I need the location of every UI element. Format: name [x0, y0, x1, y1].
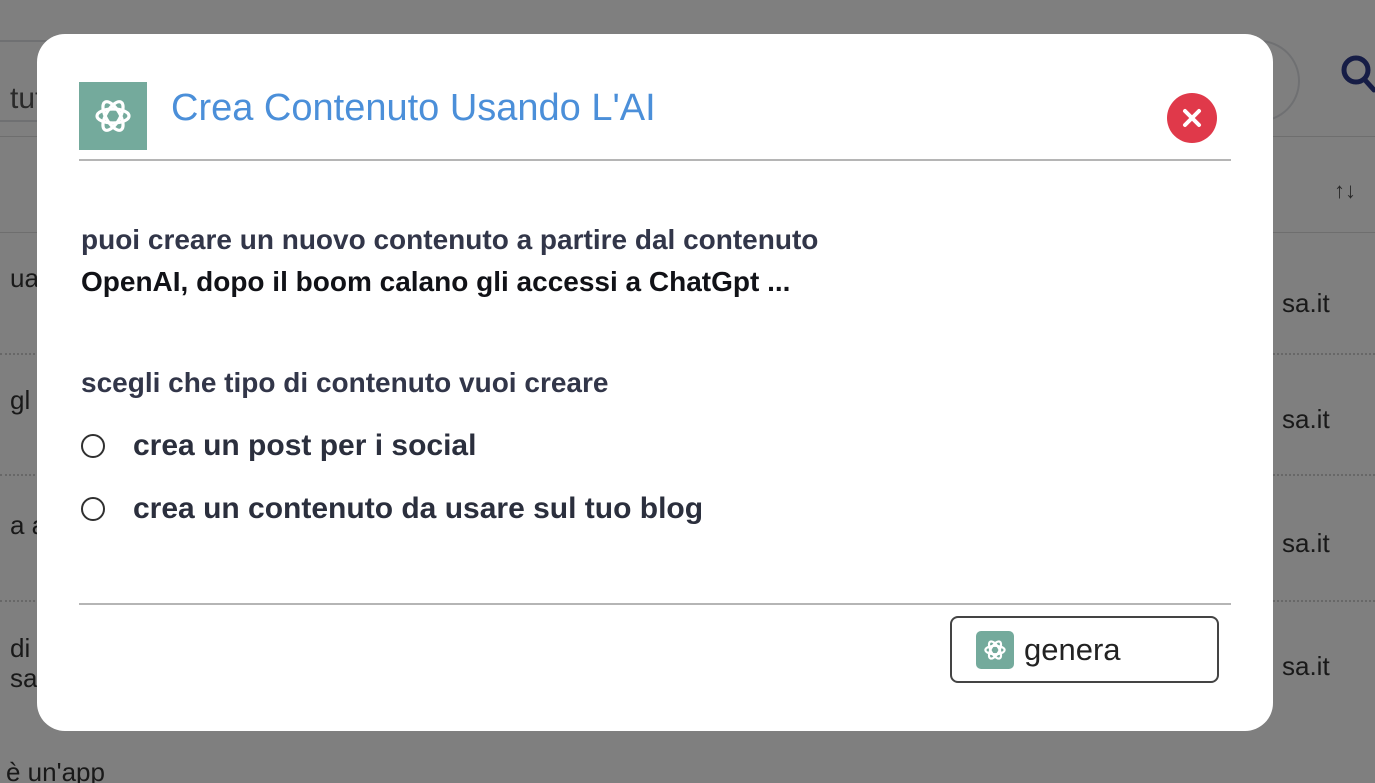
header-divider: [79, 159, 1231, 161]
footer-divider: [79, 603, 1231, 605]
radio-button[interactable]: [81, 434, 105, 458]
intro-text: puoi creare un nuovo contenuto a partire…: [81, 219, 818, 303]
content-type-label: scegli che tipo di contenuto vuoi creare: [81, 367, 609, 398]
intro-line: puoi creare un nuovo contenuto a partire…: [81, 224, 819, 255]
ai-content-modal: Crea Contenuto Usando L'AI puoi creare u…: [37, 34, 1273, 731]
option-blog-content[interactable]: crea un contenuto da usare sul tuo blog: [81, 491, 703, 527]
modal-title: Crea Contenuto Usando L'AI: [171, 87, 656, 129]
openai-logo-icon: [79, 82, 147, 150]
close-button[interactable]: [1167, 93, 1217, 143]
option-label: crea un contenuto da usare sul tuo blog: [133, 492, 704, 525]
option-social-post[interactable]: crea un post per i social: [81, 428, 476, 464]
openai-logo-icon: [976, 630, 1014, 669]
generate-button[interactable]: genera: [950, 616, 1219, 683]
radio-button[interactable]: [81, 497, 105, 521]
generate-button-label: genera: [1024, 631, 1121, 667]
close-icon: [1183, 109, 1201, 127]
option-label: crea un post per i social: [133, 429, 477, 462]
source-content-title: OpenAI, dopo il boom calano gli accessi …: [81, 266, 791, 297]
